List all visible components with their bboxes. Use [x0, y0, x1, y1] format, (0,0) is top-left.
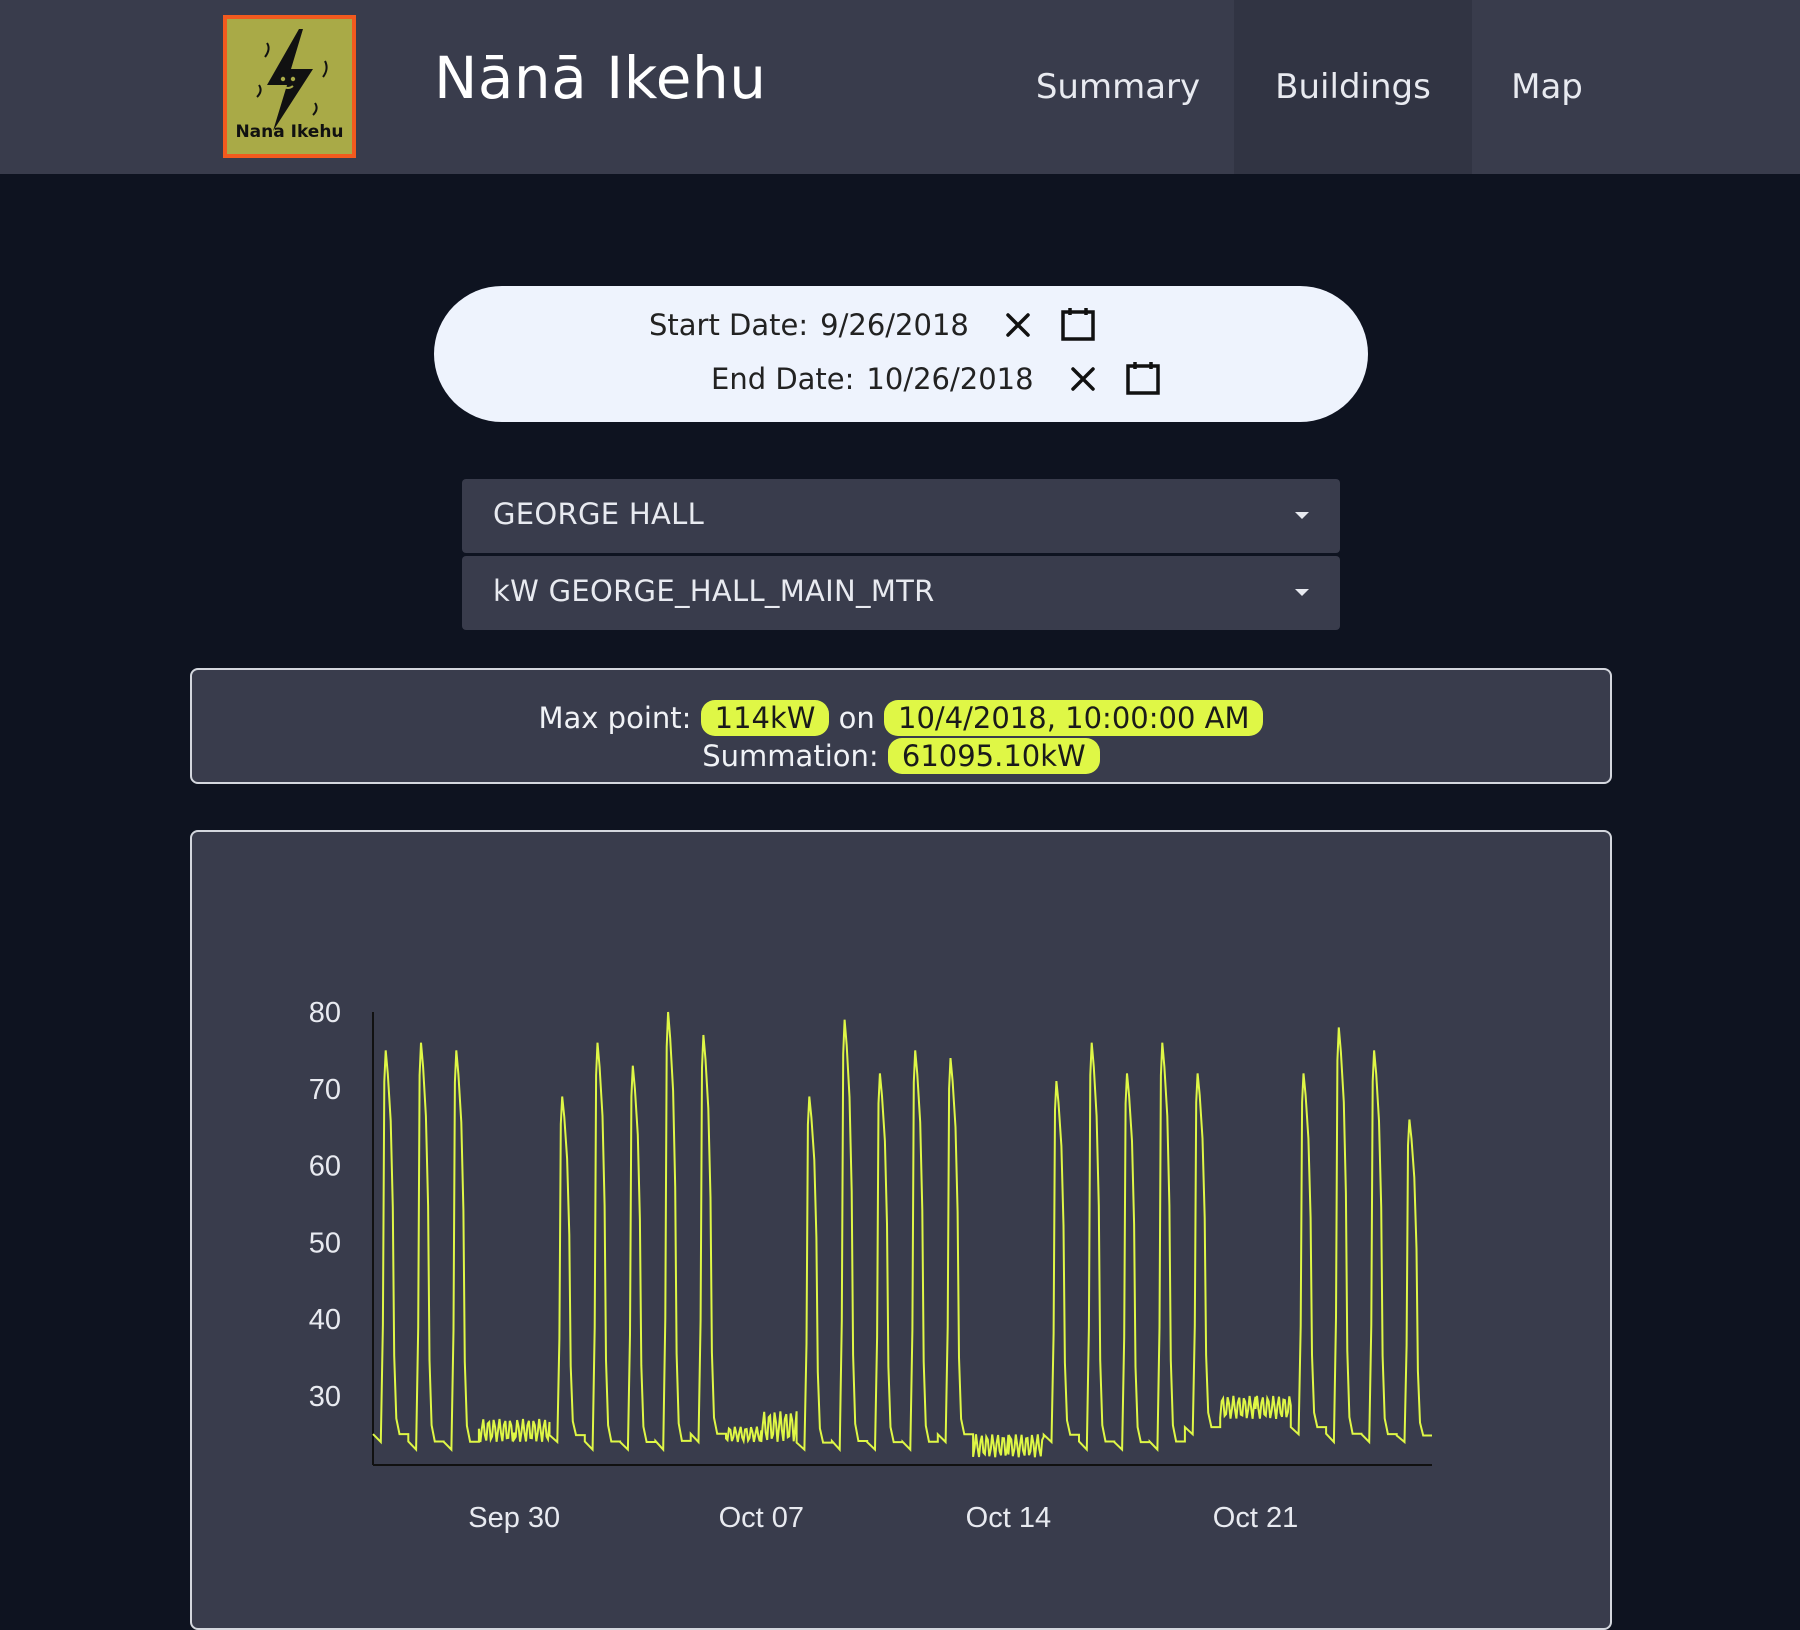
max-point-value-badge: 114kW	[700, 700, 830, 736]
chevron-down-icon	[1295, 512, 1309, 519]
end-date-input[interactable]: 10/26/2018	[866, 362, 1033, 396]
y-tick-label: 70	[309, 1074, 341, 1106]
end-date-label: End Date:	[711, 362, 855, 396]
clear-end-date-icon[interactable]	[1068, 364, 1098, 394]
end-calendar-icon[interactable]	[1125, 361, 1160, 395]
summation-value-badge: 61095.10kW	[887, 738, 1100, 774]
nav-map[interactable]: Map	[1472, 0, 1622, 174]
building-select-value: GEORGE HALL	[493, 497, 705, 531]
on-label: on	[838, 701, 875, 735]
clear-start-date-icon[interactable]	[1003, 310, 1033, 340]
x-tick-label: Oct 07	[719, 1502, 804, 1534]
chart-panel: 80 70 60 50 40 30 Sep 30 Oct 07 Oct 14 Oct 21	[190, 830, 1612, 1630]
logo-text: Nana Ikehu	[235, 122, 344, 142]
series-line	[372, 1011, 1432, 1458]
y-tick-label: 50	[309, 1227, 341, 1259]
chevron-down-icon	[1295, 589, 1309, 596]
meter-select[interactable]: kW GEORGE_HALL_MAIN_MTR	[462, 556, 1340, 630]
end-date-row: End Date: 10/26/2018	[711, 362, 1160, 398]
nav-buildings[interactable]: Buildings	[1234, 0, 1472, 174]
app-logo[interactable]: Nana Ikehu	[223, 15, 356, 158]
x-tick-label: Oct 14	[966, 1502, 1051, 1534]
y-tick-label: 60	[309, 1151, 341, 1183]
app-title: Nānā Ikehu	[434, 44, 767, 112]
nav-summary[interactable]: Summary	[1010, 0, 1226, 174]
start-date-input[interactable]: 9/26/2018	[820, 308, 969, 342]
date-range-panel: Start Date: 9/26/2018 End Date: 10/26/2018	[434, 286, 1368, 422]
y-tick-label: 80	[309, 997, 341, 1029]
y-tick-label: 30	[309, 1381, 341, 1413]
y-tick-label: 40	[309, 1304, 341, 1336]
navbar: Nana Ikehu Nānā Ikehu Summary Buildings …	[0, 0, 1800, 174]
meter-select-value: kW GEORGE_HALL_MAIN_MTR	[493, 574, 935, 608]
start-calendar-icon[interactable]	[1061, 307, 1095, 341]
x-tick-label: Oct 21	[1213, 1502, 1298, 1534]
stats-panel: Max point: 114kW on 10/4/2018, 10:00:00 …	[190, 668, 1612, 784]
start-date-row: Start Date: 9/26/2018	[649, 308, 1095, 344]
max-point-label: Max point:	[538, 701, 692, 735]
x-tick-label: Sep 30	[468, 1502, 560, 1534]
max-point-line: Max point: 114kW on 10/4/2018, 10:00:00 …	[192, 700, 1610, 736]
start-date-label: Start Date:	[649, 308, 809, 342]
building-select[interactable]: GEORGE HALL	[462, 479, 1340, 553]
summation-line: Summation: 61095.10kW	[192, 738, 1610, 774]
energy-line-chart: 80 70 60 50 40 30 Sep 30 Oct 07 Oct 14 Oct 21	[309, 997, 1432, 1534]
max-point-time-badge: 10/4/2018, 10:00:00 AM	[884, 700, 1264, 736]
summation-label: Summation:	[702, 739, 879, 773]
